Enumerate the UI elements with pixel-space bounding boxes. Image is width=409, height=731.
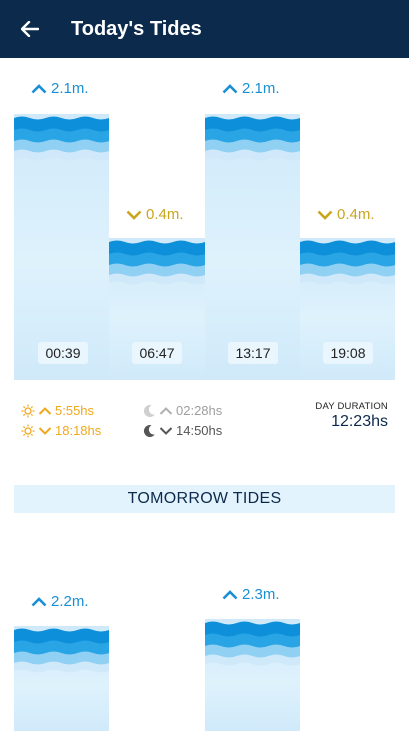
tide-column-high[interactable]: 2.1m. 13:17 <box>205 58 300 380</box>
water-bar <box>14 622 109 731</box>
water-bar <box>14 110 109 380</box>
tide-height-label: 0.4m. <box>126 206 184 223</box>
tide-height-label: 2.3m. <box>222 586 280 603</box>
tide-column-high[interactable]: 2.1m. 00:39 <box>14 58 109 380</box>
tide-height-label: 2.1m. <box>222 80 280 97</box>
chevron-up-icon <box>31 83 47 93</box>
sunset-row: 18:18hs <box>21 423 101 438</box>
tide-height-label: 0.4m. <box>317 206 375 223</box>
moonrise-row: 02:28hs <box>142 403 222 418</box>
chevron-up-icon <box>31 596 47 606</box>
water-bar <box>205 615 300 731</box>
tide-height-label: 2.2m. <box>31 593 89 610</box>
app-bar: Today's Tides <box>0 0 409 58</box>
chevron-down-icon <box>38 426 52 435</box>
today-tides-chart: 2.1m. 00:39 0.4m. 06:47 2.1m. 13:17 0.4m… <box>0 58 409 388</box>
chevron-down-icon <box>317 210 333 220</box>
tide-column-low[interactable]: 0.4m. 06:47 <box>109 58 205 380</box>
tides-screen: Today's Tides 2.1m. 00:39 0.4m. 06:47 2.… <box>0 0 409 731</box>
tide-time: 19:08 <box>323 342 373 364</box>
moon-icon <box>143 404 155 417</box>
sunrise-row: 5:55hs <box>21 403 94 418</box>
chevron-up-icon <box>38 406 52 415</box>
sun-icon <box>21 424 35 437</box>
chevron-up-icon <box>222 589 238 599</box>
page-title: Today's Tides <box>71 17 202 40</box>
arrow-left-icon <box>21 21 39 37</box>
water-waves <box>14 114 109 380</box>
tide-column-low[interactable]: 0.4m. 19:08 <box>300 58 395 380</box>
water-waves <box>205 114 300 380</box>
tide-column-high[interactable]: 2.3m. <box>205 530 300 731</box>
chevron-up-icon <box>222 83 238 93</box>
water-waves <box>205 619 300 731</box>
day-duration-value: 12:23hs <box>331 413 388 430</box>
tomorrow-tides-chart: 2.2m. 2.3m. <box>0 530 409 731</box>
moonset-row: 14:50hs <box>142 423 222 438</box>
chevron-down-icon <box>159 426 173 435</box>
tide-time: 06:47 <box>132 342 182 364</box>
day-duration-label: DAY DURATION <box>315 401 388 412</box>
sun-moon-info: 5:55hs 18:18hs 02:28hs 14:50hs DAY DURAT… <box>0 397 409 447</box>
moon-icon <box>143 424 155 437</box>
tide-time: 00:39 <box>38 342 88 364</box>
sun-icon <box>21 404 35 417</box>
back-button[interactable] <box>0 0 60 58</box>
chevron-up-icon <box>159 406 173 415</box>
tomorrow-tides-header: TOMORROW TIDES <box>14 485 395 513</box>
chevron-down-icon <box>126 210 142 220</box>
water-bar <box>205 110 300 380</box>
tide-height-label: 2.1m. <box>31 80 89 97</box>
tide-time: 13:17 <box>228 342 278 364</box>
water-waves <box>14 626 109 731</box>
tide-column-high[interactable]: 2.2m. <box>14 530 109 731</box>
